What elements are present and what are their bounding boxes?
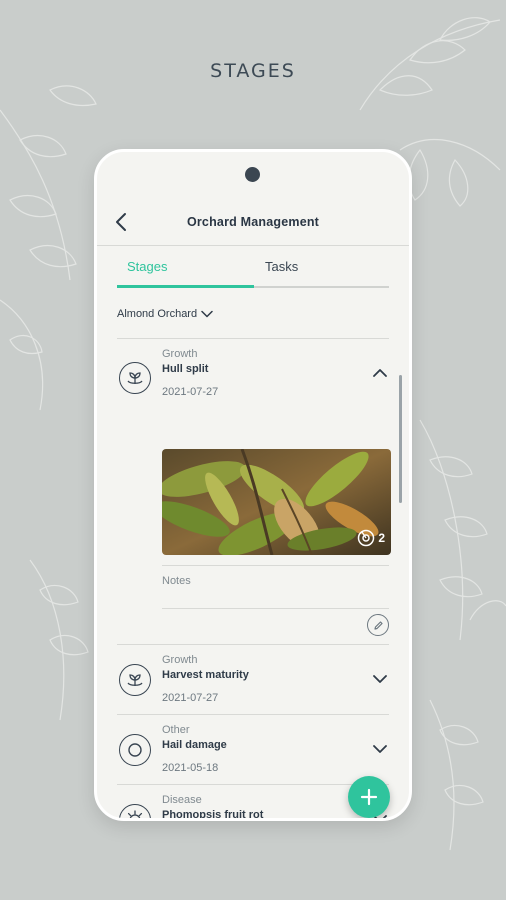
list-divider: [117, 784, 389, 785]
add-stage-button[interactable]: [348, 776, 390, 818]
active-tab-indicator: [117, 285, 254, 288]
pencil-icon: [373, 620, 383, 630]
stage-category: Growth: [162, 348, 198, 360]
virus-icon: [119, 804, 151, 818]
tab-bar: Stages Tasks: [117, 254, 389, 288]
list-divider: [117, 338, 389, 339]
app-screen: Orchard Management Stages Tasks Almond O…: [97, 192, 409, 818]
app-bar-divider: [97, 245, 409, 246]
stage-name: Harvest maturity: [162, 669, 249, 681]
stage-name: Phomopsis fruit rot: [162, 809, 264, 821]
stage-category: Growth: [162, 654, 198, 666]
notes-label: Notes: [162, 575, 191, 587]
stage-name: Hail damage: [162, 739, 227, 751]
photo-count-badge: 2: [357, 529, 385, 547]
page-headline: STAGES: [210, 60, 296, 82]
photo-count: 2: [378, 531, 385, 545]
chevron-down-icon[interactable]: [371, 742, 389, 756]
tab-stages[interactable]: Stages: [127, 254, 167, 288]
stage-date: 2021-07-27: [162, 386, 219, 398]
notes-input-line[interactable]: [162, 608, 389, 609]
stage-item-harvest-maturity[interactable]: Growth Harvest maturity 2021-07-27: [117, 654, 389, 714]
sprout-icon: [119, 664, 151, 696]
orchard-selector-label: Almond Orchard: [117, 308, 198, 320]
edit-notes-button[interactable]: [367, 614, 389, 636]
app-bar: Orchard Management: [97, 207, 409, 237]
camera-dot: [245, 167, 260, 182]
orchard-selector[interactable]: Almond Orchard: [117, 308, 213, 320]
plus-icon: [360, 788, 378, 806]
list-divider: [117, 644, 389, 645]
sprout-icon: [119, 362, 151, 394]
stage-date: 2021-05-18: [162, 762, 219, 774]
notes-divider: [162, 565, 389, 566]
list-divider: [117, 714, 389, 715]
stage-category: Disease: [162, 794, 202, 806]
stage-category: Other: [162, 724, 190, 736]
chevron-up-icon[interactable]: [371, 366, 389, 380]
scrollbar[interactable]: [399, 375, 402, 503]
stage-name: Hull split: [162, 363, 209, 375]
stage-date: 2021-07-27: [162, 692, 219, 704]
app-title: Orchard Management: [186, 215, 320, 229]
chevron-down-icon: [201, 310, 213, 318]
tab-tasks[interactable]: Tasks: [265, 254, 298, 288]
stage-photo[interactable]: 2: [162, 449, 391, 555]
camera-stack-icon: [358, 529, 375, 547]
phone-frame: Orchard Management Stages Tasks Almond O…: [94, 149, 412, 821]
chevron-down-icon[interactable]: [371, 672, 389, 686]
stage-item-hail-damage[interactable]: Other Hail damage 2021-05-18: [117, 724, 389, 784]
circle-icon: [119, 734, 151, 766]
